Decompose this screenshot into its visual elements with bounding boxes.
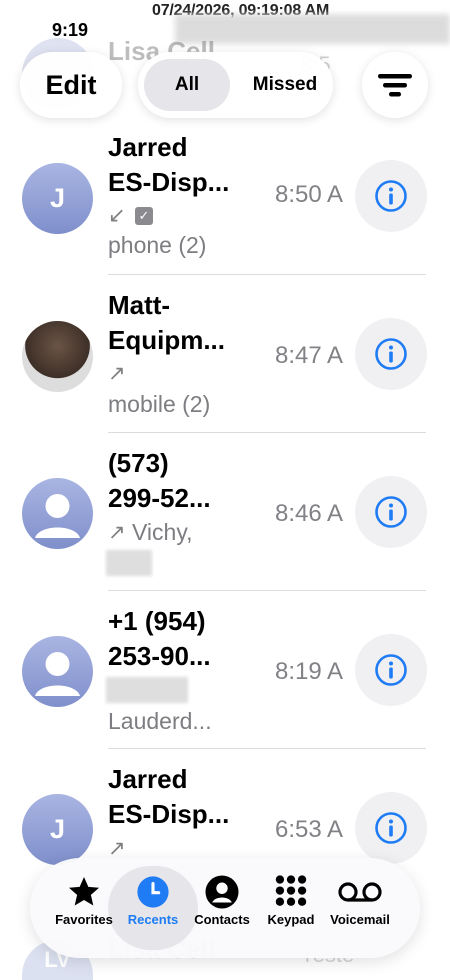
segment-all[interactable]: All (144, 59, 230, 111)
avatar-initial: J (49, 814, 66, 844)
call-detail: mobile (2) (108, 391, 211, 417)
star-icon (69, 877, 99, 906)
person-silhouette-icon (35, 652, 80, 696)
avatar (22, 636, 93, 707)
info-icon (375, 654, 407, 686)
info-button[interactable] (355, 318, 427, 390)
info-icon (375, 496, 407, 528)
tab-label: Contacts (194, 912, 250, 927)
person-circle-icon (205, 875, 239, 909)
filter-button[interactable] (362, 52, 428, 118)
call-row[interactable]: +1 (954) 253-90... Lauderd... 8:19 A (0, 592, 450, 750)
row-divider (108, 432, 426, 433)
info-button[interactable] (355, 160, 427, 232)
call-row[interactable]: J Jarred ES-Disp... ↙ ✓ phone (2) 8:50 A (0, 118, 450, 276)
outgoing-call-icon: ↗ (108, 521, 126, 544)
checkmark-badge-icon: ✓ (135, 207, 153, 225)
tab-label: Recents (127, 912, 179, 927)
redacted-text (106, 677, 188, 703)
contact-name-line2: ES-Disp... (108, 167, 230, 197)
top-bar: Edit All Missed (0, 52, 450, 118)
voicemail-icon (338, 882, 382, 902)
tab-bar: Favorites Recents Contacts Keypad Voicem… (30, 858, 420, 958)
tab-label: Keypad (267, 912, 315, 927)
row-divider (108, 274, 426, 275)
call-time: 8:47 A (275, 342, 344, 369)
redacted-text (106, 550, 152, 576)
tab-recents[interactable]: Recents (119, 872, 187, 944)
info-button[interactable] (355, 476, 427, 548)
filter-lines-icon (378, 74, 412, 97)
call-row[interactable]: (573) 299-52... ↗ Vichy, 8:46 A (0, 434, 450, 592)
contact-name-line2: Equipm... (108, 325, 225, 355)
avatar: J (22, 163, 93, 234)
info-icon (375, 180, 407, 212)
filter-segmented-control: All Missed (138, 52, 333, 118)
row-divider (108, 590, 426, 591)
contact-name-line1: Matt- (108, 290, 171, 320)
tab-favorites[interactable]: Favorites (50, 872, 118, 944)
row-divider (108, 748, 426, 749)
outgoing-call-icon: ↗ (108, 362, 126, 385)
contact-name-line2: ES-Disp... (108, 799, 230, 829)
info-button[interactable] (355, 634, 427, 706)
avatar-photo (22, 321, 93, 392)
keypad-icon (275, 875, 307, 906)
info-button[interactable] (355, 792, 427, 864)
incoming-call-icon: ↙ (108, 204, 126, 227)
edit-button[interactable]: Edit (20, 52, 122, 118)
call-location: Lauderd... (108, 708, 212, 734)
avatar: J (22, 794, 93, 865)
call-time: 8:19 A (275, 658, 344, 685)
contact-name-line1: (573) (108, 448, 169, 478)
call-row[interactable]: Matt- Equipm... ↗ mobile (2) 8:47 A (0, 276, 450, 434)
avatar (22, 478, 93, 549)
tab-voicemail[interactable]: Voicemail (326, 872, 394, 944)
tab-keypad[interactable]: Keypad (257, 872, 325, 944)
tab-label: Voicemail (330, 912, 390, 927)
person-silhouette-icon (35, 494, 80, 538)
segment-missed[interactable]: Missed (242, 59, 328, 111)
call-time: 8:50 A (275, 181, 344, 208)
tab-contacts[interactable]: Contacts (188, 872, 256, 944)
call-detail: phone (2) (108, 232, 207, 258)
call-location: Vichy, (132, 519, 193, 545)
call-time: 8:46 A (275, 500, 344, 527)
tab-label: Favorites (55, 912, 113, 927)
call-time: 6:53 A (275, 816, 344, 843)
contact-name-line2: 253-90... (108, 641, 211, 671)
contact-name-line1: +1 (954) (108, 606, 206, 636)
info-icon (375, 338, 407, 370)
contact-name-line2: 299-52... (108, 483, 211, 513)
info-icon (375, 812, 407, 844)
contact-name-line1: Jarred (108, 132, 188, 162)
contact-name-line1: Jarred (108, 764, 188, 794)
avatar-initial: J (49, 183, 66, 213)
clock-icon (137, 876, 169, 908)
